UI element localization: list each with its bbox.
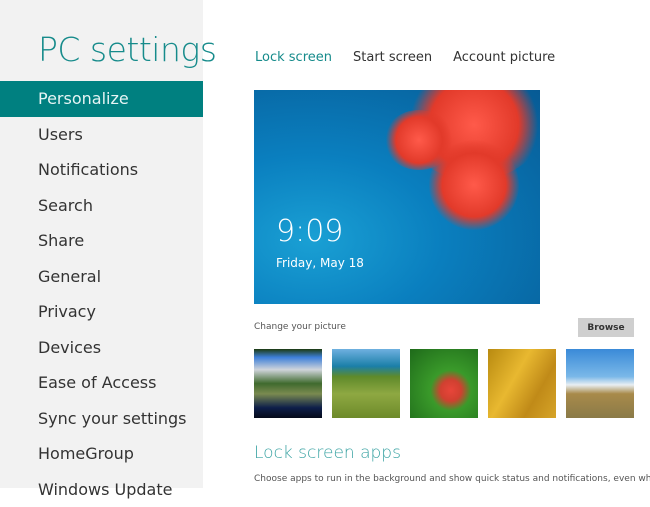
sidebar-item-windows-update[interactable]: Windows Update [0, 472, 203, 507]
picture-thumbnail[interactable] [332, 349, 400, 418]
lock-screen-preview: 9:09 Friday, May 18 [254, 90, 540, 304]
sidebar-item-homegroup[interactable]: HomeGroup [0, 436, 203, 472]
tab-lock-screen[interactable]: Lock screen [255, 50, 332, 65]
sidebar-item-notifications[interactable]: Notifications [0, 152, 203, 188]
sidebar-item-sync[interactable]: Sync your settings [0, 401, 203, 437]
lock-screen-apps-description: Choose apps to run in the background and… [254, 474, 650, 484]
tab-start-screen[interactable]: Start screen [353, 50, 432, 65]
sidebar-item-general[interactable]: General [0, 259, 203, 295]
lock-time: 9:09 [276, 214, 343, 249]
picture-thumbnail[interactable] [254, 349, 322, 418]
lock-screen-apps-heading: Lock screen apps [254, 443, 401, 463]
sidebar-item-ease-of-access[interactable]: Ease of Access [0, 365, 203, 401]
sidebar-item-personalize[interactable]: Personalize [0, 81, 203, 117]
lock-date: Friday, May 18 [276, 256, 364, 270]
picture-thumbnail[interactable] [566, 349, 634, 418]
sidebar-item-search[interactable]: Search [0, 188, 203, 224]
sidebar-item-devices[interactable]: Devices [0, 330, 203, 366]
nav-list: Personalize Users Notifications Search S… [0, 81, 203, 507]
change-picture-label: Change your picture [254, 322, 346, 332]
tab-account-picture[interactable]: Account picture [453, 50, 555, 65]
coral-image [384, 110, 454, 170]
page-title: PC settings [38, 30, 216, 69]
sidebar-item-privacy[interactable]: Privacy [0, 294, 203, 330]
picture-thumbnail[interactable] [410, 349, 478, 418]
tab-bar: Lock screen Start screen Account picture [255, 50, 555, 65]
sidebar-item-users[interactable]: Users [0, 117, 203, 153]
sidebar-item-share[interactable]: Share [0, 223, 203, 259]
sidebar: PC settings Personalize Users Notificati… [0, 0, 203, 488]
browse-button[interactable]: Browse [578, 318, 634, 337]
picture-thumbnail[interactable] [488, 349, 556, 418]
